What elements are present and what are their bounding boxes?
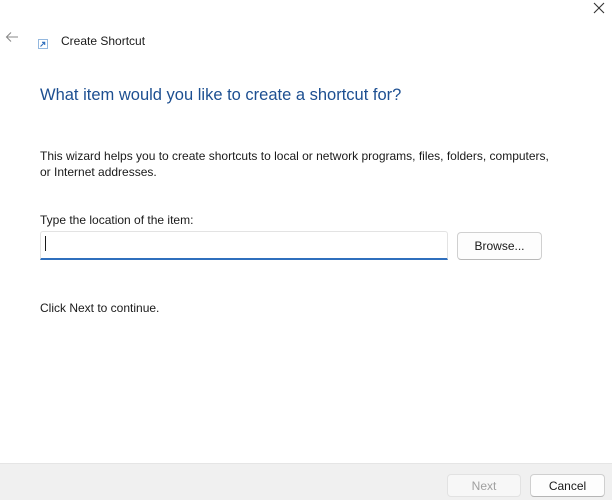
- browse-button[interactable]: Browse...: [457, 232, 542, 260]
- create-shortcut-dialog: Create Shortcut What item would you like…: [0, 0, 612, 500]
- next-button[interactable]: Next: [447, 474, 521, 497]
- wizard-description: This wizard helps you to create shortcut…: [40, 149, 549, 179]
- continue-instruction: Click Next to continue.: [40, 301, 160, 315]
- location-input[interactable]: [40, 231, 448, 260]
- window-title: Create Shortcut: [61, 34, 146, 48]
- location-label: Type the location of the item:: [40, 213, 194, 227]
- text-caret: [45, 236, 46, 251]
- shortcut-icon: [36, 37, 50, 51]
- close-button[interactable]: [585, 0, 612, 20]
- back-button[interactable]: [2, 29, 22, 49]
- close-icon: [593, 1, 605, 19]
- page-heading: What item would you like to create a sho…: [40, 86, 402, 104]
- back-arrow-icon: [5, 30, 19, 48]
- title-row: Create Shortcut: [36, 32, 145, 50]
- cancel-button[interactable]: Cancel: [530, 474, 605, 497]
